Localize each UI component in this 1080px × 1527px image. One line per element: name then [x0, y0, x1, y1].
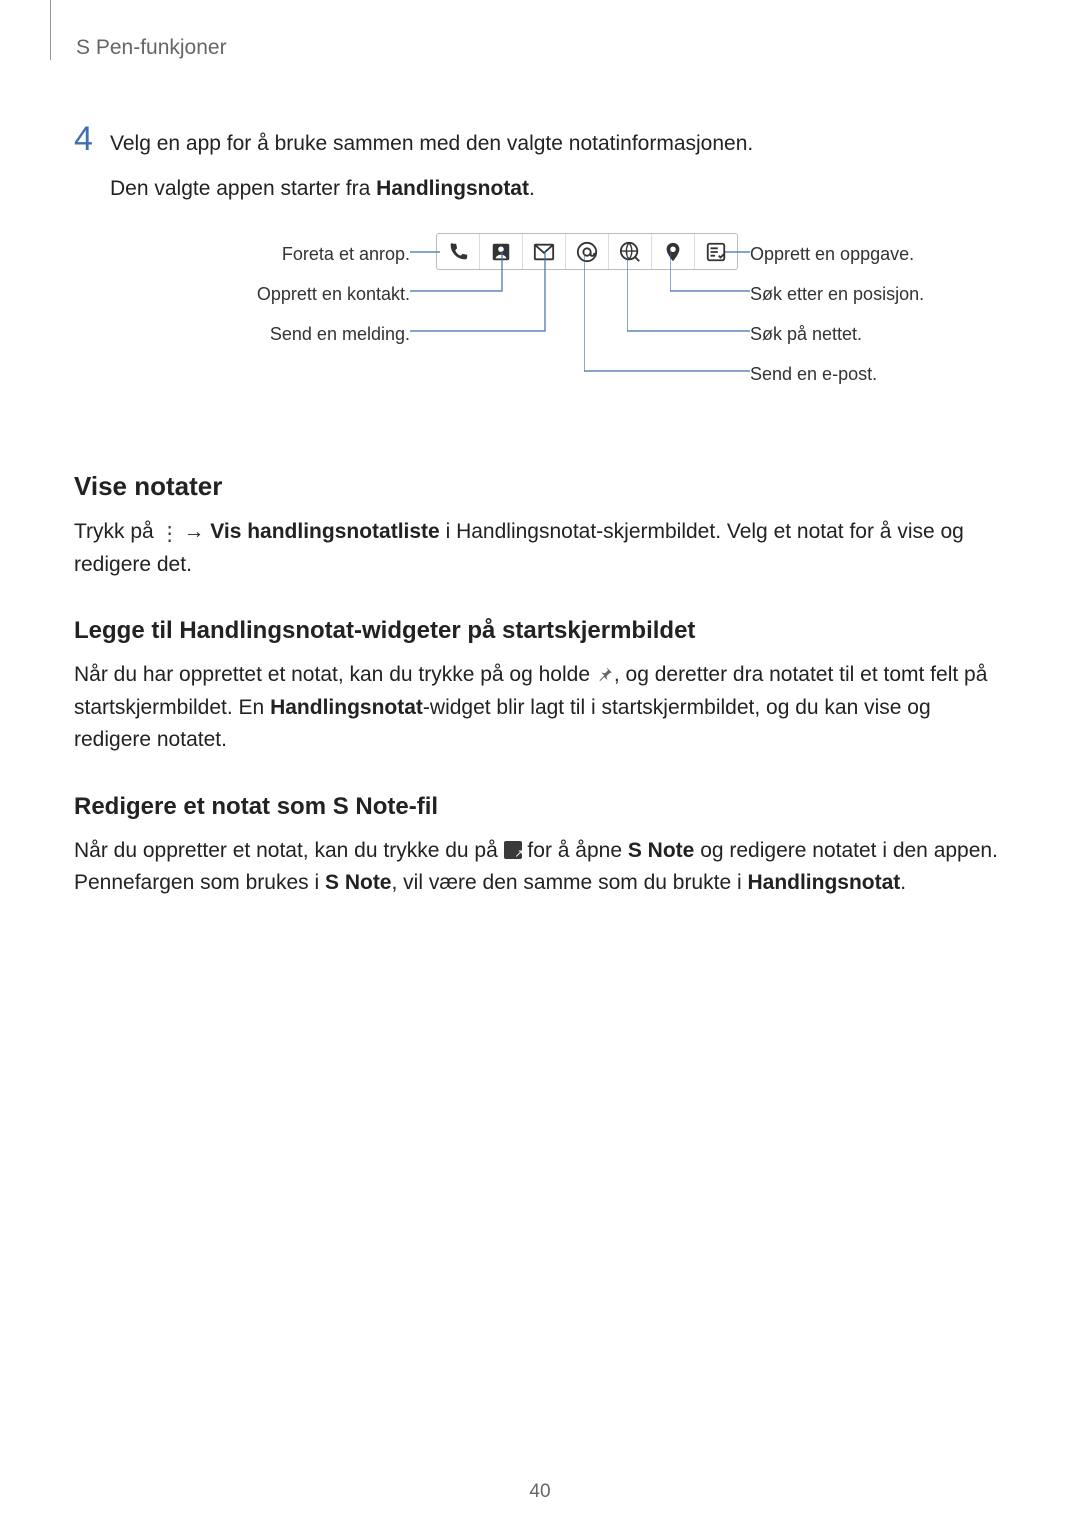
action-memo-figure: Foreta et anrop. Opprett en kontakt. Sen…: [110, 223, 753, 423]
paragraph-view-notes: Trykk på → Vis handlingsnotatliste i Han…: [74, 516, 1006, 581]
callout-email: Send en e-post.: [750, 361, 877, 389]
heading-add-widget: Legge til Handlingsnotat-widgeter på sta…: [74, 617, 1006, 645]
page-number: 40: [0, 1481, 1080, 1503]
step-body: Velg en app for å bruke sammen med den v…: [110, 124, 753, 423]
heading-view-notes: Vise notater: [74, 471, 1006, 502]
step-number: 4: [74, 122, 110, 156]
callout-contact: Opprett en kontakt.: [110, 281, 410, 309]
heading-edit-snote: Redigere et notat som S Note-fil: [74, 793, 1006, 821]
step-line-1: Velg en app for å bruke sammen med den v…: [110, 128, 753, 161]
header-divider: [50, 0, 51, 60]
snote-icon: [504, 841, 522, 859]
callout-location: Søk etter en posisjon.: [750, 281, 924, 309]
paragraph-add-widget: Når du har opprettet et notat, kan du tr…: [74, 659, 1006, 757]
callout-call: Foreta et anrop.: [110, 241, 410, 269]
manual-page: S Pen-funkjoner 4 Velg en app for å bruk…: [0, 0, 1080, 1527]
pin-icon: [596, 661, 614, 679]
step-4: 4 Velg en app for å bruke sammen med den…: [74, 122, 1006, 423]
more-menu-icon: [160, 522, 178, 540]
callout-web: Søk på nettet.: [750, 321, 862, 349]
paragraph-edit-snote: Når du oppretter et notat, kan du trykke…: [74, 835, 1006, 900]
section-header: S Pen-funkjoner: [76, 30, 1006, 60]
step-line-2: Den valgte appen starter fra Handlingsno…: [110, 173, 753, 206]
callout-task: Opprett en oppgave.: [750, 241, 914, 269]
callout-message: Send en melding.: [110, 321, 410, 349]
